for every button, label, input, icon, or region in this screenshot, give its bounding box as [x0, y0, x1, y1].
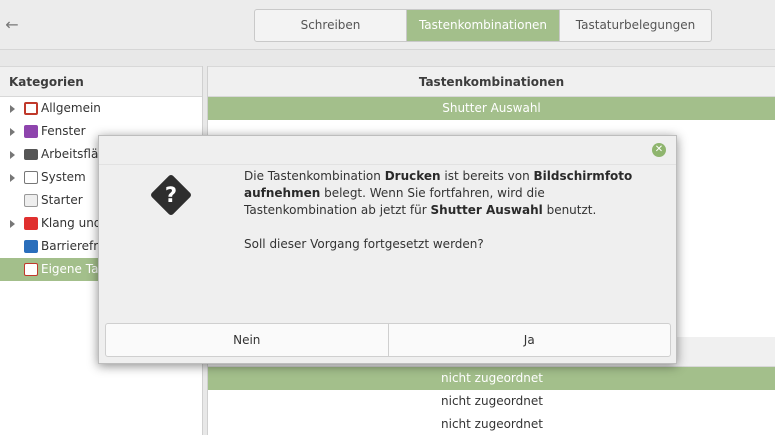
categories-header: Kategorien — [0, 66, 202, 97]
sound-icon — [24, 217, 38, 230]
dialog-message-text: Die Tastenkombination Drucken ist bereit… — [244, 169, 633, 217]
target-name: Shutter Auswahl — [430, 203, 543, 217]
expand-arrow-icon[interactable] — [10, 174, 15, 182]
general-icon — [24, 102, 38, 115]
key-name: Drucken — [384, 169, 441, 183]
category-label: Allgemein — [41, 101, 101, 115]
dialog-titlebar: ✕ — [99, 136, 676, 165]
dialog-button-bar: Nein Ja — [105, 323, 671, 357]
expand-arrow-icon[interactable] — [10, 151, 15, 159]
category-label: System — [41, 170, 86, 184]
confirm-dialog: ✕ ? Die Tastenkombination Drucken ist be… — [98, 135, 677, 364]
shortcut-row-selected[interactable]: Shutter Auswahl — [208, 97, 775, 120]
ja-button[interactable]: Ja — [387, 324, 671, 356]
expand-arrow-icon[interactable] — [10, 105, 15, 113]
keybinding-row[interactable]: nicht zugeordnet — [208, 390, 775, 413]
arrow-left-icon[interactable]: ← — [2, 15, 22, 35]
keybinding-row[interactable]: nicht zugeordnet — [208, 367, 775, 390]
svg-text:?: ? — [165, 183, 177, 207]
category-label: Arbeitsfläc — [41, 147, 105, 161]
expand-arrow-icon[interactable] — [10, 128, 15, 136]
category-label: Barrierefre — [41, 239, 106, 253]
category-label: Starter — [41, 193, 83, 207]
header-bar: ← Schreiben Tastenkombinationen Tastatur… — [0, 0, 775, 50]
nein-button[interactable]: Nein — [106, 324, 388, 356]
tab-bar: Schreiben Tastenkombinationen Tastaturbe… — [254, 9, 712, 42]
close-icon[interactable]: ✕ — [652, 143, 666, 157]
dialog-message: Die Tastenkombination Drucken ist bereit… — [244, 168, 644, 253]
category-label: Eigene Tas — [41, 262, 105, 276]
category-label: Klang und — [41, 216, 102, 230]
windows-icon — [24, 125, 38, 138]
launcher-icon — [24, 194, 38, 207]
workspace-icon — [24, 149, 38, 160]
dialog-question: Soll dieser Vorgang fortgesetzt werden? — [244, 237, 484, 251]
shortcuts-header: Tastenkombinationen — [208, 66, 775, 97]
expand-arrow-icon[interactable] — [10, 220, 15, 228]
accessibility-icon — [24, 240, 38, 253]
tab-schreiben[interactable]: Schreiben — [255, 10, 407, 41]
custom-icon — [24, 263, 38, 276]
tab-tastaturbelegungen[interactable]: Tastaturbelegungen — [560, 10, 711, 41]
question-icon: ? — [151, 175, 191, 215]
keybinding-row[interactable]: nicht zugeordnet — [208, 413, 775, 435]
tab-tastenkombinationen[interactable]: Tastenkombinationen — [407, 10, 560, 41]
category-allgemein[interactable]: Allgemein — [0, 97, 202, 120]
category-label: Fenster — [41, 124, 86, 138]
system-icon — [24, 171, 38, 184]
